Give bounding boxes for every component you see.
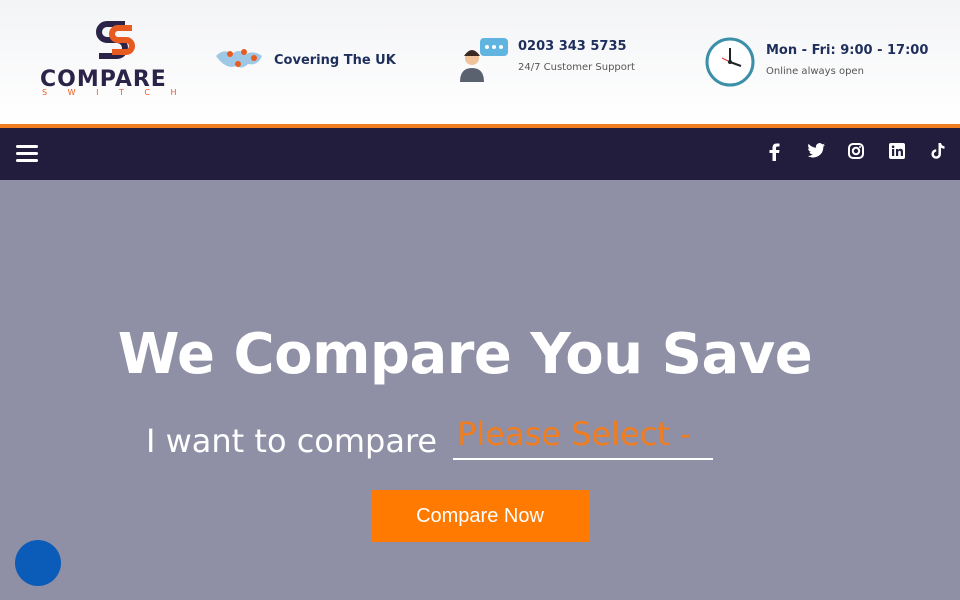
- phone-caption: 24/7 Customer Support: [518, 62, 635, 73]
- chat-widget-button[interactable]: [15, 540, 61, 586]
- brand-logo[interactable]: COMPARE S W I T C H: [40, 18, 190, 98]
- phone-number[interactable]: 0203 343 5735: [518, 39, 635, 54]
- top-header: COMPARE S W I T C H Covering The UK 0203…: [0, 0, 960, 124]
- linkedin-icon[interactable]: [889, 143, 905, 163]
- logo-mark-icon: [96, 21, 135, 59]
- compare-now-button[interactable]: Compare Now: [371, 490, 589, 542]
- coverage-text: Covering The UK: [274, 52, 396, 68]
- world-map-icon: [216, 49, 262, 68]
- coverage-info: Covering The UK: [212, 44, 396, 76]
- twitter-icon[interactable]: [807, 143, 825, 163]
- hours-info: Mon - Fri: 9:00 - 17:00 Online always op…: [704, 36, 928, 88]
- instagram-icon[interactable]: [848, 143, 864, 163]
- hours-caption: Online always open: [766, 66, 864, 77]
- tiktok-icon[interactable]: [930, 143, 946, 163]
- clock-icon: [705, 37, 755, 87]
- hero-title: We Compare You Save: [117, 322, 813, 387]
- nav-bar: [0, 128, 960, 180]
- phone-info: 0203 343 5735 24/7 Customer Support: [458, 36, 635, 84]
- support-agent-icon: [460, 38, 508, 82]
- compare-category-select[interactable]: Please Select -: [453, 414, 714, 460]
- facebook-icon[interactable]: [766, 143, 782, 163]
- social-links: [766, 143, 946, 163]
- hamburger-menu-icon[interactable]: [16, 145, 38, 163]
- compare-label: I want to compare: [146, 422, 438, 460]
- compare-form: I want to compare Please Select -: [146, 414, 714, 460]
- logo-tagline: S W I T C H: [42, 88, 186, 97]
- hours-text: Mon - Fri: 9:00 - 17:00: [766, 43, 929, 58]
